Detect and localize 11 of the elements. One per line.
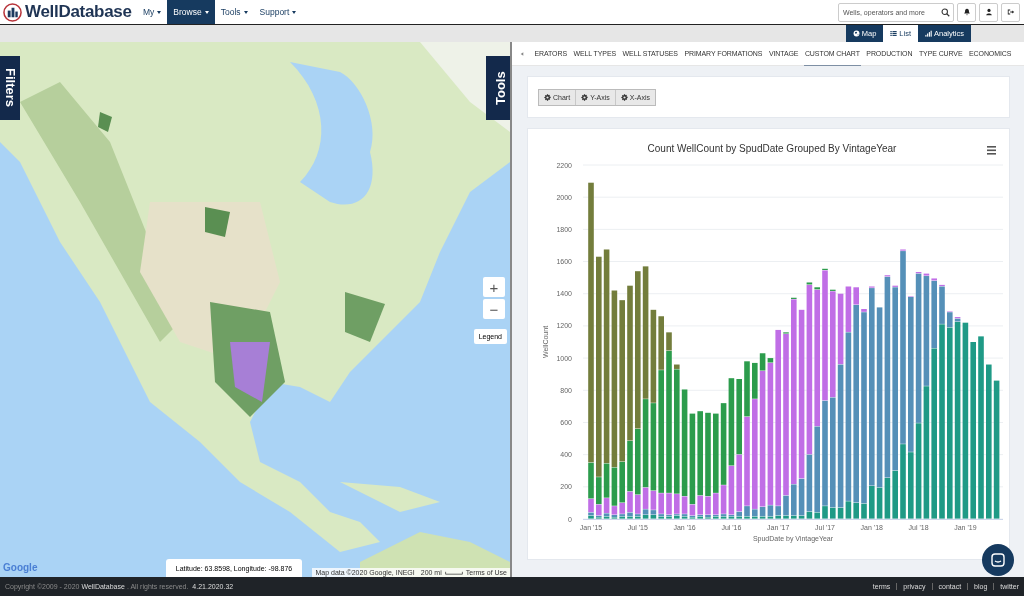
nav-menu-item[interactable]: Tools (214, 0, 254, 24)
chart-title: Count WellCount by SpudDate Grouped By VintageYear (647, 143, 897, 154)
nav-menu-item[interactable]: My (137, 0, 168, 24)
tools-tab[interactable]: Tools (486, 56, 510, 120)
zoom-out-button[interactable]: − (483, 299, 505, 319)
logo-text[interactable]: WellDatabase (25, 2, 132, 22)
nav-menu-item[interactable]: Support (253, 0, 303, 24)
filters-tab[interactable]: Filters (0, 56, 20, 120)
zoom-in-button[interactable]: + (483, 277, 505, 297)
nav-menu-item[interactable]: Browse (167, 0, 215, 24)
google-logo: Google (3, 562, 38, 573)
